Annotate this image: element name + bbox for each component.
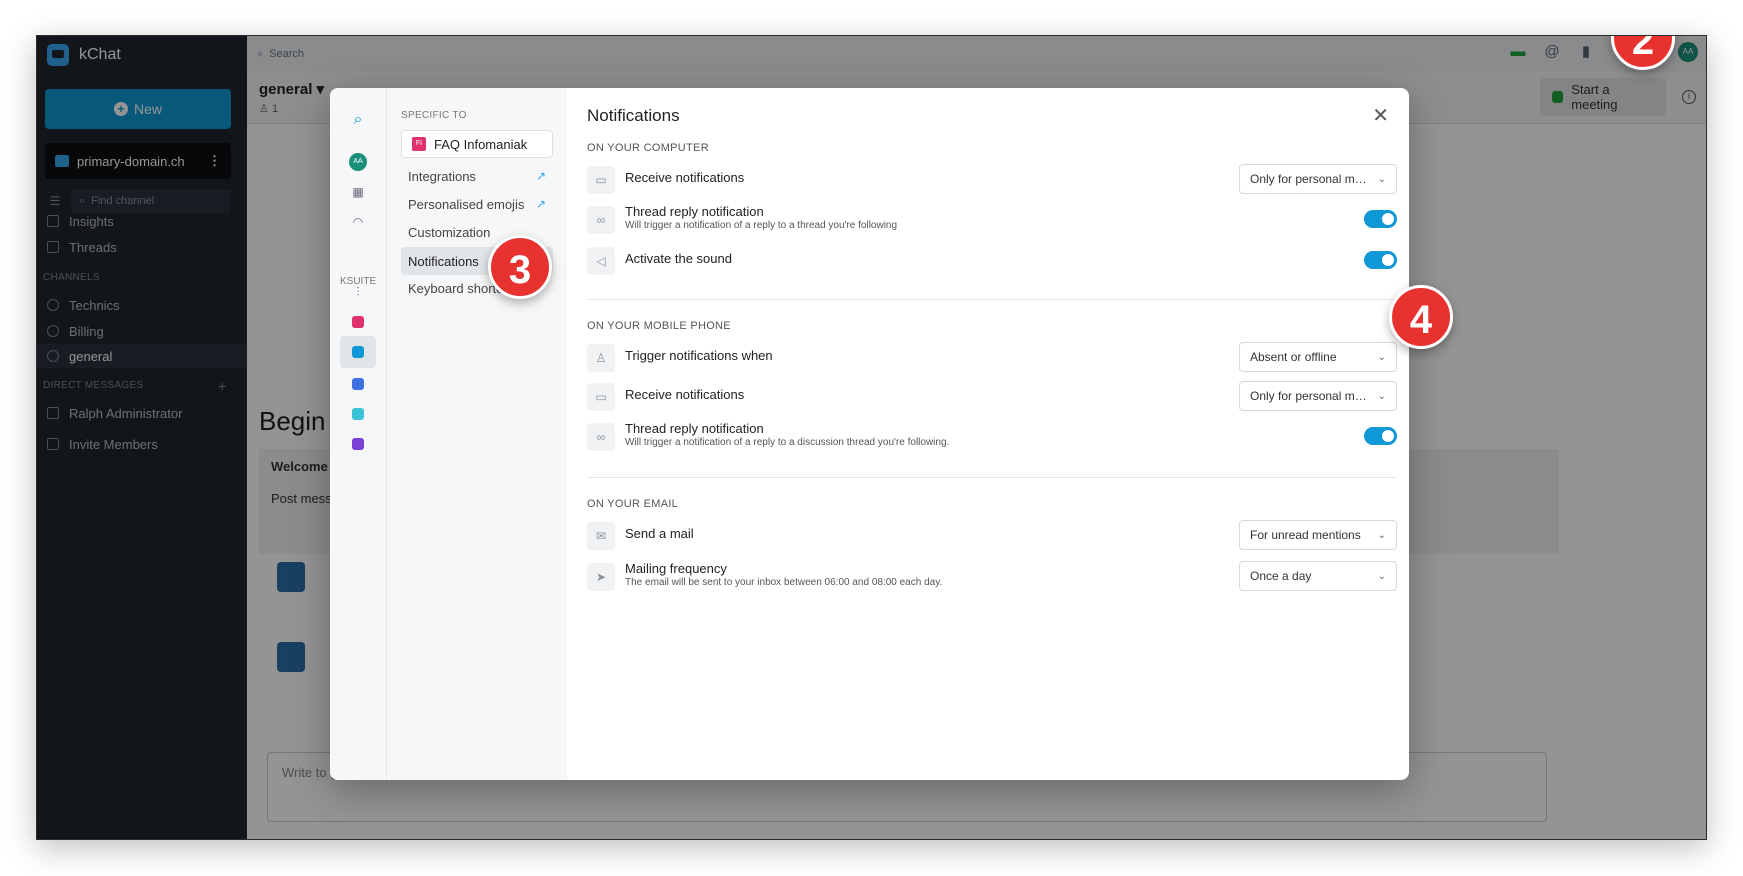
close-icon[interactable]: ✕	[1372, 106, 1389, 126]
section-mobile: ON YOUR MOBILE PHONE	[587, 320, 731, 332]
row-label: Receive notifications	[625, 387, 745, 402]
page-title: Notifications	[587, 106, 680, 125]
mobile-thread-toggle[interactable]	[1364, 427, 1397, 445]
divider	[587, 477, 1397, 478]
section-email: ON YOUR EMAIL	[587, 498, 679, 510]
mobile-trigger-select[interactable]: Absent or offline ⌄	[1239, 342, 1397, 372]
row-label: Send a mail	[625, 526, 694, 541]
chevron-down-icon: ⌄	[1377, 529, 1386, 541]
select-value: Only for personal mentions	[1250, 172, 1372, 186]
link-icon: ∞	[587, 206, 615, 234]
external-link-icon: ↗	[535, 169, 546, 183]
computer-thread-toggle[interactable]	[1364, 210, 1397, 228]
faq-link[interactable]: FI FAQ Infomaniak	[401, 130, 553, 158]
row-description: The email will be sent to your inbox bet…	[625, 577, 943, 588]
chevron-down-icon: ⌄	[1377, 351, 1386, 363]
account-avatar[interactable]: AA	[344, 148, 372, 176]
row-label: Thread reply notification	[625, 204, 764, 219]
submenu-label: Notifications	[408, 253, 479, 269]
chevron-down-icon: ⌄	[1377, 173, 1386, 185]
select-value: For unread mentions	[1250, 528, 1361, 542]
docs-app-icon[interactable]	[344, 430, 372, 458]
message-icon: ▭	[587, 383, 615, 411]
email-frequency-select[interactable]: Once a day ⌄	[1239, 561, 1397, 591]
speaker-icon: ◁	[587, 247, 615, 275]
drive-app-icon[interactable]	[344, 370, 372, 398]
callout-3: 3	[488, 235, 552, 299]
sliders-icon[interactable]: ⫶	[344, 278, 372, 306]
mobile-trigger-row: ♙ Trigger notifications when Absent or o…	[587, 342, 1397, 374]
row-label: Mailing frequency	[625, 561, 727, 576]
computer-receive-select[interactable]: Only for personal mentions ⌄	[1239, 164, 1397, 194]
sound-toggle[interactable]	[1364, 251, 1397, 269]
paper-plane-icon: ➤	[587, 563, 615, 591]
computer-sound-row: ◁ Activate the sound	[587, 245, 1397, 277]
link-icon: ∞	[587, 423, 615, 451]
mail-app-icon[interactable]	[344, 308, 372, 336]
envelope-icon: ✉	[587, 522, 615, 550]
computer-receive-row: ▭ Receive notifications Only for persona…	[587, 164, 1397, 196]
row-label: Thread reply notification	[625, 421, 764, 436]
screenshot-stage: kChat + New primary-domain.ch ⋮ ☰ ⌕ Find…	[0, 0, 1743, 876]
submenu-emojis[interactable]: Personalised emojis ↗	[401, 191, 553, 217]
submenu-integrations[interactable]: Integrations ↗	[401, 163, 553, 189]
chevron-down-icon: ⌄	[1377, 390, 1386, 402]
submenu-label: Integrations	[408, 168, 476, 184]
select-value: Only for personal mentions	[1250, 389, 1372, 403]
email-send-row: ✉ Send a mail For unread mentions ⌄	[587, 520, 1397, 552]
avatar: AA	[349, 153, 367, 171]
row-label: Activate the sound	[625, 251, 732, 266]
search-icon[interactable]: ⌕	[344, 106, 372, 134]
kchat-app-icon[interactable]	[340, 336, 376, 368]
settings-rail: ⌕ AA ▦ ◠ KSUITE ⫶	[330, 88, 387, 780]
callout-4: 4	[1389, 285, 1453, 349]
row-description: Will trigger a notification of a reply t…	[625, 437, 950, 448]
mobile-thread-row: ∞ Thread reply notification Will trigger…	[587, 421, 1397, 453]
settings-modal: ⌕ AA ▦ ◠ KSUITE ⫶ SPECIFIC TO FI FAQ Inf…	[330, 88, 1409, 780]
submenu-label: Customization	[408, 224, 491, 240]
user-device-icon: ♙	[587, 344, 615, 372]
email-send-select[interactable]: For unread mentions ⌄	[1239, 520, 1397, 550]
email-frequency-row: ➤ Mailing frequency The email will be se…	[587, 561, 1397, 593]
divider	[587, 299, 1397, 300]
row-label: Trigger notifications when	[625, 348, 773, 363]
notifications-panel: Notifications ✕ ON YOUR COMPUTER ▭ Recei…	[567, 88, 1409, 780]
infomaniak-icon: FI	[412, 137, 426, 151]
building-icon[interactable]: ▦	[344, 178, 372, 206]
chevron-down-icon: ⌄	[1377, 570, 1386, 582]
row-description: Will trigger a notification of a reply t…	[625, 220, 898, 231]
mobile-receive-select[interactable]: Only for personal mentions ⌄	[1239, 381, 1397, 411]
row-label: Receive notifications	[625, 170, 745, 185]
message-icon: ▭	[587, 166, 615, 194]
settings-submenu: SPECIFIC TO FI FAQ Infomaniak Integratio…	[387, 88, 567, 780]
faq-label: FAQ Infomaniak	[434, 136, 528, 152]
select-value: Once a day	[1250, 569, 1312, 583]
submenu-header: SPECIFIC TO	[401, 110, 467, 121]
select-value: Absent or offline	[1250, 350, 1337, 364]
mobile-receive-row: ▭ Receive notifications Only for persona…	[587, 381, 1397, 413]
external-link-icon: ↗	[535, 197, 546, 211]
meet-app-icon[interactable]	[344, 400, 372, 428]
computer-thread-row: ∞ Thread reply notification Will trigger…	[587, 204, 1397, 236]
section-computer: ON YOUR COMPUTER	[587, 142, 709, 154]
submenu-label: Personalised emojis	[408, 196, 525, 212]
headset-icon[interactable]: ◠	[344, 208, 372, 236]
